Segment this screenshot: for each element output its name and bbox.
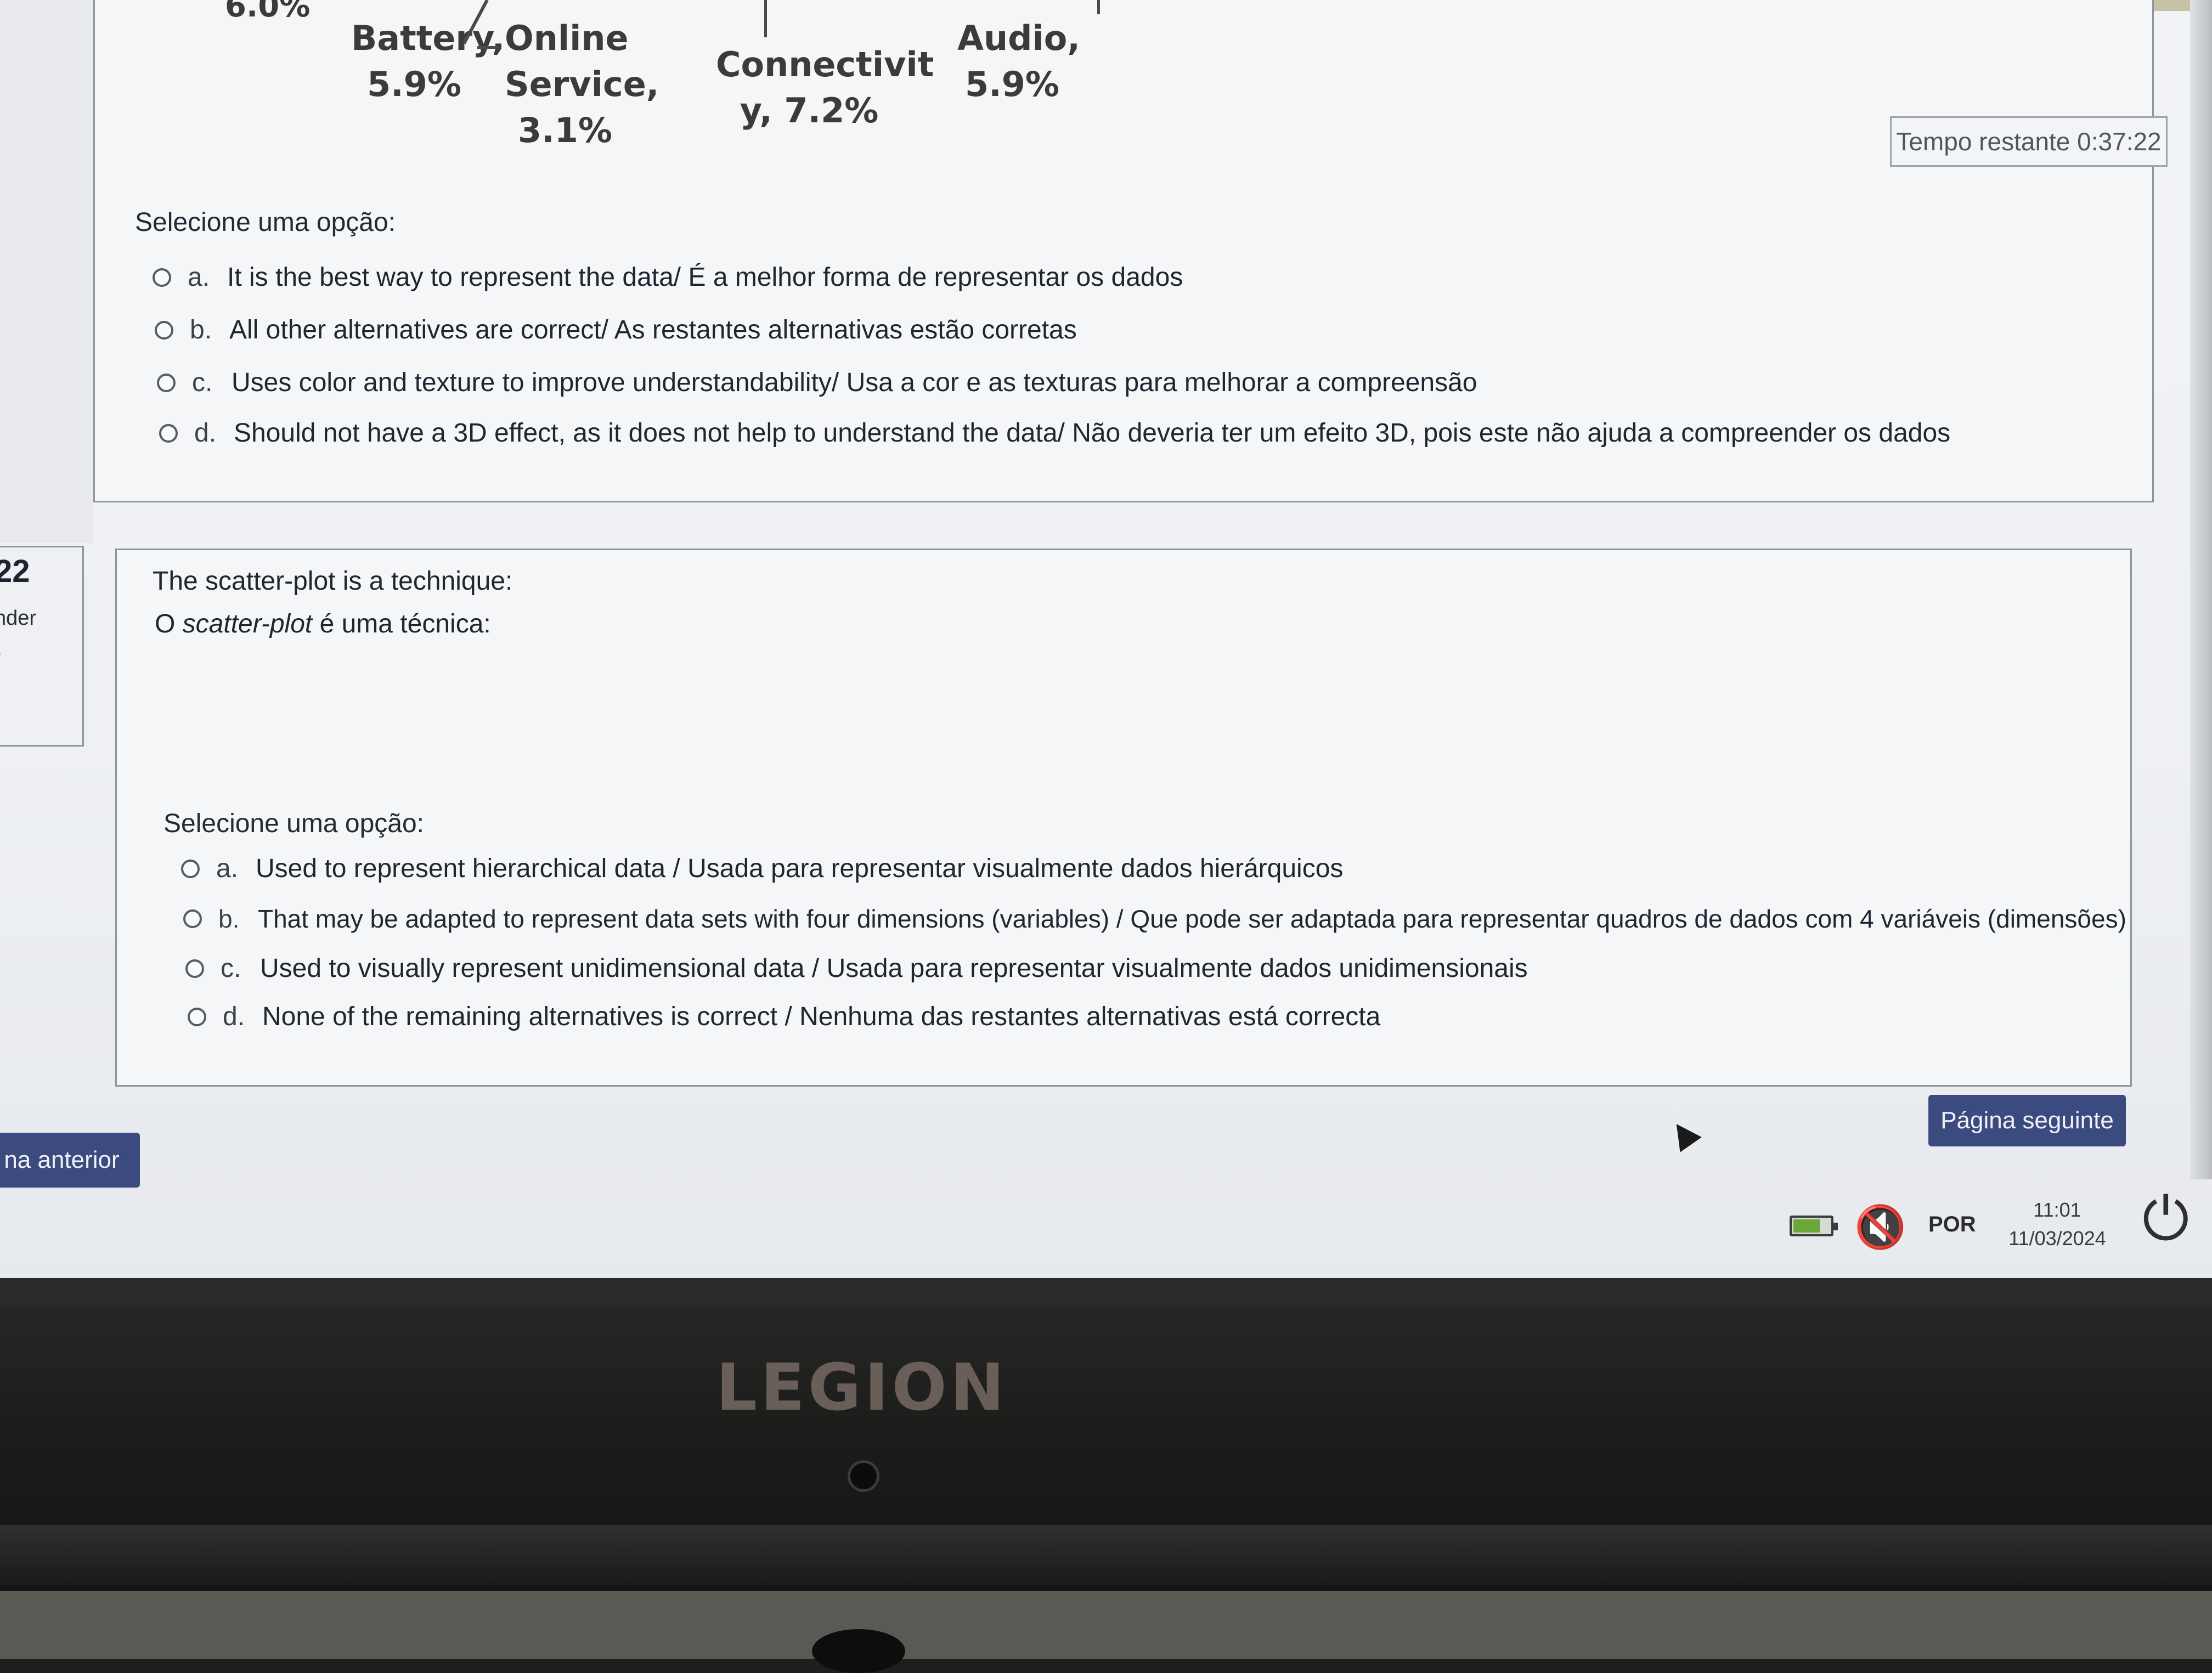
screen-edge xyxy=(2190,0,2212,1179)
laptop-hinge xyxy=(0,1525,2212,1585)
desk-surface xyxy=(0,1591,2212,1659)
radio-button[interactable] xyxy=(185,959,204,978)
question-number: 22 xyxy=(0,553,30,589)
mouse-cursor-icon xyxy=(1666,1116,1702,1152)
clock-time: 11:01 xyxy=(2033,1199,2081,1221)
q2-text-pt-prefix: O xyxy=(155,609,183,638)
chart-leader-line xyxy=(764,0,767,37)
option-text: It is the best way to represent the data… xyxy=(227,263,1183,292)
radio-button[interactable] xyxy=(181,859,200,878)
system-clock[interactable]: 11:01 11/03/2024 xyxy=(2002,1196,2112,1253)
q1-option-b[interactable]: b. All other alternatives are correct/ A… xyxy=(155,315,1077,345)
chart-label-battery: Battery, 5.9% xyxy=(351,18,505,104)
radio-button[interactable] xyxy=(155,320,173,340)
option-letter: a. xyxy=(216,854,239,883)
chart-label-connectivity: Connectivit y, 7.2% xyxy=(716,44,934,131)
option-letter: d. xyxy=(223,1002,245,1031)
option-text: Should not have a 3D effect, as it does … xyxy=(234,419,1951,448)
option-text: Used to represent hierarchical data / Us… xyxy=(256,854,1344,883)
chart-leader-line xyxy=(1097,0,1100,14)
next-page-button[interactable]: Página seguinte xyxy=(1928,1095,2126,1146)
radio-button[interactable] xyxy=(157,373,176,392)
option-letter: a. xyxy=(188,263,210,292)
q2-text-pt-suffix: é uma técnica: xyxy=(312,609,491,638)
option-text: Uses color and texture to improve unders… xyxy=(232,368,1477,397)
q2-option-d[interactable]: d. None of the remaining alternatives is… xyxy=(188,1002,1380,1032)
left-strip xyxy=(0,0,93,543)
chart-leader-line xyxy=(477,46,499,49)
question-status-extra: ) xyxy=(0,641,2,664)
input-language[interactable]: POR xyxy=(1928,1212,1976,1237)
radio-button[interactable] xyxy=(188,1007,206,1026)
legion-logo: LEGION xyxy=(716,1349,1008,1425)
q1-option-c[interactable]: c. Uses color and texture to improve und… xyxy=(157,368,1477,398)
radio-button[interactable] xyxy=(153,268,171,287)
q2-option-b[interactable]: b. That may be adapted to represent data… xyxy=(183,904,2126,934)
q2-option-a[interactable]: a. Used to represent hierarchical data /… xyxy=(181,854,1343,884)
option-text: That may be adapted to represent data se… xyxy=(258,905,2126,933)
power-icon[interactable]: ⏻ xyxy=(2142,1189,2189,1248)
clock-date: 11/03/2024 xyxy=(2008,1227,2106,1250)
q1-option-a[interactable]: a. It is the best way to represent the d… xyxy=(153,262,1183,292)
q2-text-pt-italic: scatter-plot xyxy=(182,609,313,638)
q2-text-en: The scatter-plot is a technique: xyxy=(153,567,513,596)
q2-select-prompt: Selecione uma opção: xyxy=(163,809,424,838)
q1-option-d[interactable]: d. Should not have a 3D effect, as it do… xyxy=(159,418,1950,448)
radio-button[interactable] xyxy=(183,909,202,928)
option-text: None of the remaining alternatives is co… xyxy=(262,1002,1381,1031)
chart-label-audio: Audio, 5.9% xyxy=(957,18,1080,104)
option-letter: b. xyxy=(218,905,240,933)
speaker-muted-icon[interactable]: 🔇 xyxy=(1854,1207,1906,1248)
question-status: nder xyxy=(0,607,37,630)
option-letter: d. xyxy=(194,419,217,448)
battery-level xyxy=(1793,1219,1820,1233)
battery-nub xyxy=(1833,1223,1838,1230)
option-letter: c. xyxy=(221,954,241,983)
laptop-screen: 6.0% Battery, 5.9% Online Service, 3.1% … xyxy=(0,0,2212,1305)
question-2-info: 22 nder ) xyxy=(0,546,84,747)
time-remaining: Tempo restante 0:37:22 xyxy=(1890,116,2168,167)
radio-button[interactable] xyxy=(159,423,178,443)
webcam xyxy=(848,1460,879,1492)
chart-label-online-service: Online Service, 3.1% xyxy=(505,18,659,150)
option-text: All other alternatives are correct/ As r… xyxy=(229,315,1077,344)
q2-text-pt: O scatter-plot é uma técnica: xyxy=(155,609,491,639)
option-letter: c. xyxy=(192,368,213,397)
laptop-notch xyxy=(812,1629,905,1673)
battery-icon[interactable] xyxy=(1790,1216,1838,1236)
option-letter: b. xyxy=(190,315,212,344)
chart-label-other: 6.0% xyxy=(225,0,311,24)
q1-select-prompt: Selecione uma opção: xyxy=(135,208,396,237)
q2-option-c[interactable]: c. Used to visually represent unidimensi… xyxy=(185,953,1528,984)
option-text: Used to visually represent unidimensiona… xyxy=(260,954,1528,983)
